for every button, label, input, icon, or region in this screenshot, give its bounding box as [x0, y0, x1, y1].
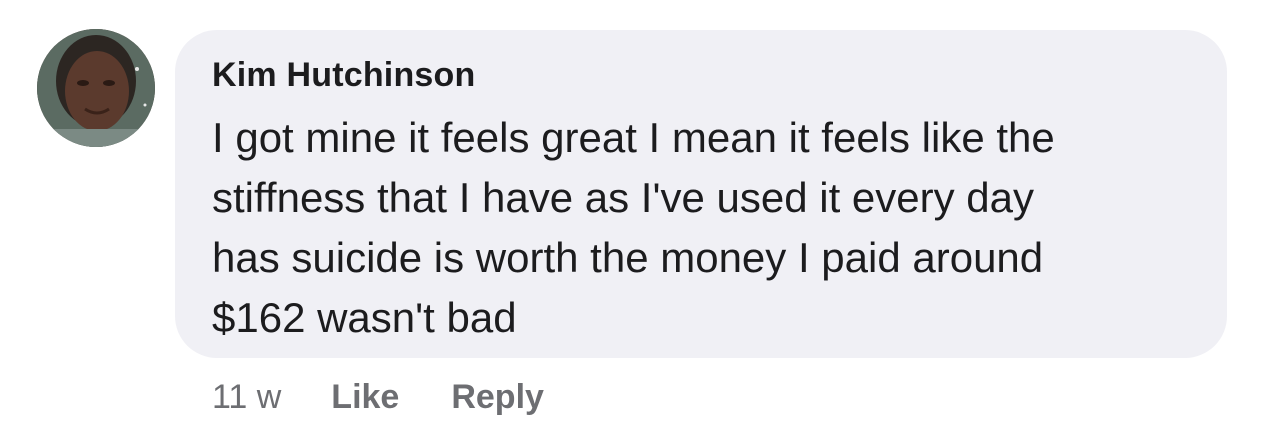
comment-author[interactable]: Kim Hutchinson	[212, 56, 475, 95]
comment-text-line: stiffness that I have as I've used it ev…	[212, 174, 1035, 221]
comment-text-line: has suicide is worth the money I paid ar…	[212, 234, 1044, 281]
comment-timestamp[interactable]: 11 w	[212, 378, 281, 417]
comment-text-line: $162 wasn't bad	[212, 294, 517, 341]
avatar[interactable]	[37, 29, 155, 147]
comment-text: I got mine it feels great I mean it feel…	[212, 108, 1202, 348]
comment: Kim Hutchinson I got mine it feels great…	[0, 0, 1284, 437]
comment-actions: 11 w Like Reply	[212, 374, 544, 420]
profile-photo-icon	[37, 29, 155, 147]
like-button[interactable]: Like	[331, 378, 399, 417]
comment-text-line: I got mine it feels great I mean it feel…	[212, 114, 1055, 161]
reply-button[interactable]: Reply	[451, 378, 544, 417]
